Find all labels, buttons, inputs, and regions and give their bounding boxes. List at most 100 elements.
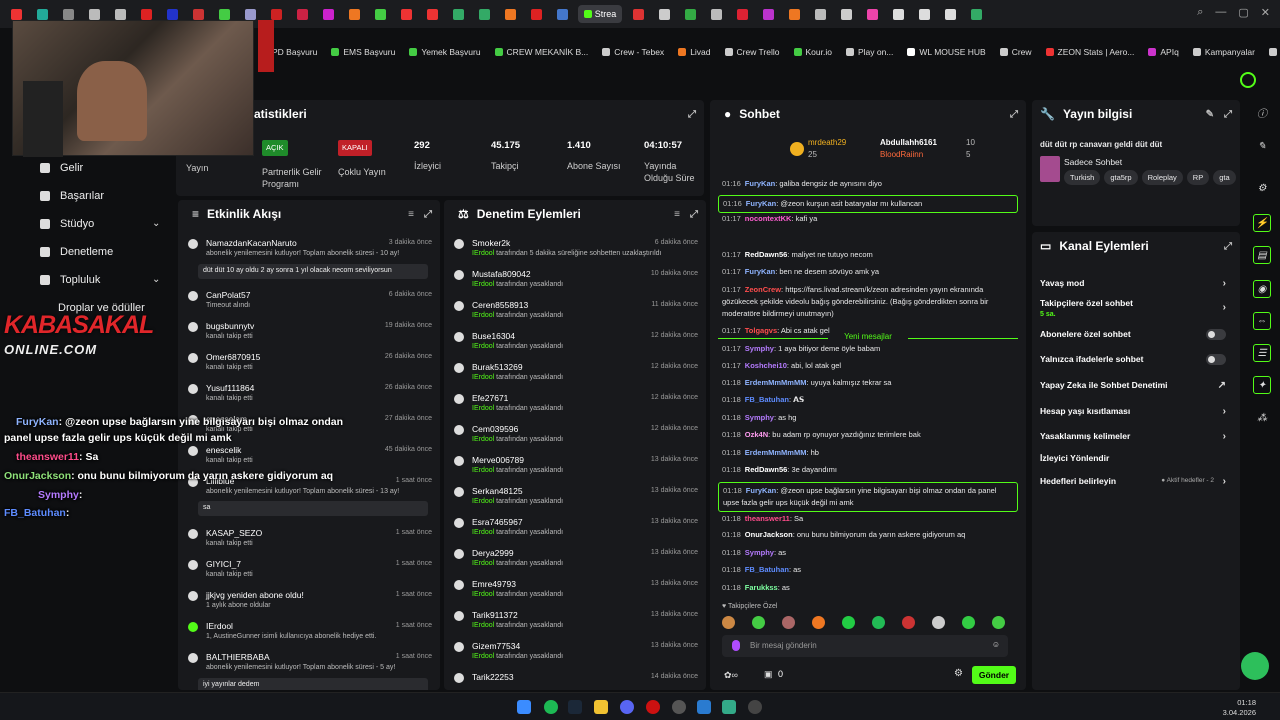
steam-icon[interactable] [568, 700, 582, 714]
chat-message[interactable]: 01:18 Symphy: as [722, 547, 1018, 559]
message-user[interactable]: nocontextKK [745, 214, 792, 223]
tab-icon[interactable] [292, 5, 312, 23]
popout-icon[interactable]: ⤢ [1224, 109, 1232, 120]
event-user[interactable]: jjkjvg yeniden abone oldu! [206, 590, 304, 600]
sidebar-item-topluluk[interactable]: Topluluk [40, 274, 100, 286]
filter-icon[interactable]: ≡ [674, 209, 680, 220]
message-user[interactable]: Ozk4N [745, 430, 768, 439]
emote-icon[interactable] [872, 616, 885, 629]
emote-icon[interactable] [722, 616, 735, 629]
send-button[interactable]: Gönder [972, 666, 1016, 684]
chat-message[interactable]: 01:18 OnurJackson: onu bunu bilmiyorum da… [722, 529, 1018, 541]
tab-icon[interactable] [396, 5, 416, 23]
search-icon[interactable]: ⌕ [1197, 6, 1203, 19]
edit-icon[interactable]: ✎ [1253, 138, 1271, 156]
message-user[interactable]: FB_Batuhan [745, 395, 789, 404]
moderation-user[interactable]: Esra7465967 [472, 517, 523, 527]
message-user[interactable]: OnurJackson [745, 530, 793, 539]
message-user[interactable]: RedDawn56 [745, 250, 788, 259]
system-clock[interactable]: 01:18 3.04.2026 [1223, 698, 1256, 718]
bookmark-item[interactable]: APIq [1148, 47, 1179, 57]
bookmark-item[interactable]: EMS Başvuru [331, 47, 395, 57]
tab-icon[interactable] [836, 5, 856, 23]
message-user[interactable]: Symphy [745, 413, 774, 422]
chat-message[interactable]: 01:18 Farukkss: as [722, 582, 1018, 594]
tab-icon[interactable] [680, 5, 700, 23]
sidebar-item-basarilar[interactable]: Başarılar [40, 190, 104, 202]
emote-icon[interactable] [992, 616, 1005, 629]
chat-message[interactable]: 01:18 theanswer11: Sa [722, 513, 1018, 525]
settings-icon[interactable]: ⚙ [1253, 180, 1271, 198]
tab-icon[interactable] [706, 5, 726, 23]
top-gifter-name[interactable]: mrdeath29 [808, 138, 846, 147]
tab-icon[interactable] [370, 5, 390, 23]
tab-icon[interactable] [344, 5, 364, 23]
category-thumbnail[interactable] [1040, 156, 1060, 182]
action-slow-mode[interactable]: Yavaş mod › [1040, 278, 1232, 289]
tab-icon[interactable] [318, 5, 338, 23]
message-user[interactable]: Symphy [745, 344, 774, 353]
tag[interactable]: gta [1213, 170, 1236, 185]
expand-icon[interactable]: ⇔ [1253, 312, 1271, 330]
tab-icon[interactable] [914, 5, 934, 23]
moderation-user[interactable]: Smoker2k [472, 238, 510, 248]
event-user[interactable]: bugsbunnytv [206, 321, 254, 331]
spotify-icon[interactable] [544, 700, 558, 714]
tag[interactable]: gta5rp [1104, 170, 1138, 185]
chat-message[interactable]: 01:16 FuryKan: galiba dengsiz de aynısını… [722, 178, 1018, 190]
tab-icon[interactable] [654, 5, 674, 23]
bag-icon[interactable]: ▣ [764, 669, 773, 680]
message-user[interactable]: Farukkss [745, 583, 778, 592]
tab-icon[interactable] [448, 5, 468, 23]
windows-start-icon[interactable] [517, 700, 531, 714]
sidebar-item-gelir[interactable]: Gelir [40, 162, 83, 174]
action-goals[interactable]: Hedefleri belirleyin ● Aktif hedefler - 2… [1040, 476, 1232, 487]
chat-message[interactable]: 01:17 nocontextKK: kafi ya [722, 213, 1018, 225]
moderation-user[interactable]: Derya2999 [472, 548, 514, 558]
tab-icon[interactable] [526, 5, 546, 23]
edit-icon[interactable]: ✎ [1206, 109, 1214, 120]
info-icon[interactable]: ⓘ [1253, 106, 1271, 124]
chat-message[interactable]: 01:18 Ozk4N: bu adam rp oynuyor yazdığını… [722, 429, 1018, 441]
category-name[interactable]: Sadece Sohbet [1064, 157, 1122, 167]
event-user[interactable]: enescelik [206, 445, 241, 455]
tab-active[interactable]: Strea [578, 5, 622, 23]
action-raid[interactable]: İzleyici Yönlendir [1040, 453, 1232, 463]
event-user[interactable]: IErdool [206, 621, 233, 631]
popout-icon[interactable]: ⤢ [688, 109, 696, 120]
event-user[interactable]: BALTHIERBABA [206, 652, 270, 662]
filter-icon[interactable]: ≡ [408, 209, 414, 220]
moderation-user[interactable]: Ceren8558913 [472, 300, 528, 310]
app-icon[interactable] [722, 700, 736, 714]
list-icon[interactable]: ☰ [1253, 344, 1271, 362]
chat-message[interactable]: 01:18 FB_Batuhan: 𝗔𝗦 [722, 394, 1018, 406]
chat-message[interactable]: 01:17 ZeonCrew: https://fans.livad.stream… [722, 284, 1018, 320]
moderation-user[interactable]: Gizem77534 [472, 641, 520, 651]
bookmark-item[interactable]: ZEON Stats | Aero... [1045, 47, 1134, 57]
moderation-user[interactable]: Tarik22253 [472, 672, 514, 682]
popout-icon[interactable]: ⤢ [424, 209, 432, 220]
emote-icon[interactable] [932, 616, 945, 629]
message-user[interactable]: ErdemMmMmMM [745, 378, 807, 387]
message-user[interactable]: FB_Batuhan [745, 565, 789, 574]
emote-icon[interactable] [782, 616, 795, 629]
chevron-down-icon[interactable]: ⌄ [152, 274, 160, 285]
minimize-icon[interactable]: — [1215, 6, 1226, 19]
chat-message[interactable]: 01:18 FB_Batuhan: as [722, 564, 1018, 576]
top-gifter-name[interactable]: BloodRaiinn [880, 150, 923, 159]
app-icon[interactable] [748, 700, 762, 714]
chat-message[interactable]: 01:16 FuryKan: @zeon kurşun asit bataryal… [718, 195, 1018, 213]
emote-icon[interactable] [962, 616, 975, 629]
action-ai-moderation[interactable]: Yapay Zeka ile Sohbet Denetimi ↗ [1040, 380, 1232, 391]
emote-icon[interactable] [812, 616, 825, 629]
chat-message[interactable]: 01:17 Koshchei10: abi, lol atak gel [722, 360, 1018, 372]
chat-message[interactable]: 01:17 RedDawn56: maliyet ne tutuyo necom [722, 249, 1018, 261]
chat-message[interactable]: 01:18 ErdemMmMmMM: hb [722, 447, 1018, 459]
event-user[interactable]: Yusuf111864 [206, 383, 254, 393]
bookmark-item[interactable]: Streamer Panel [1268, 47, 1280, 57]
message-user[interactable]: RedDawn56 [745, 465, 788, 474]
sidebar-item-denetleme[interactable]: Denetleme [40, 246, 113, 258]
chat-message[interactable]: 01:18 ErdemMmMmMM: uyuya kalmışız tekrar … [722, 377, 1018, 389]
moderation-user[interactable]: Emre49793 [472, 579, 516, 589]
moderation-user[interactable]: Burak513269 [472, 362, 523, 372]
